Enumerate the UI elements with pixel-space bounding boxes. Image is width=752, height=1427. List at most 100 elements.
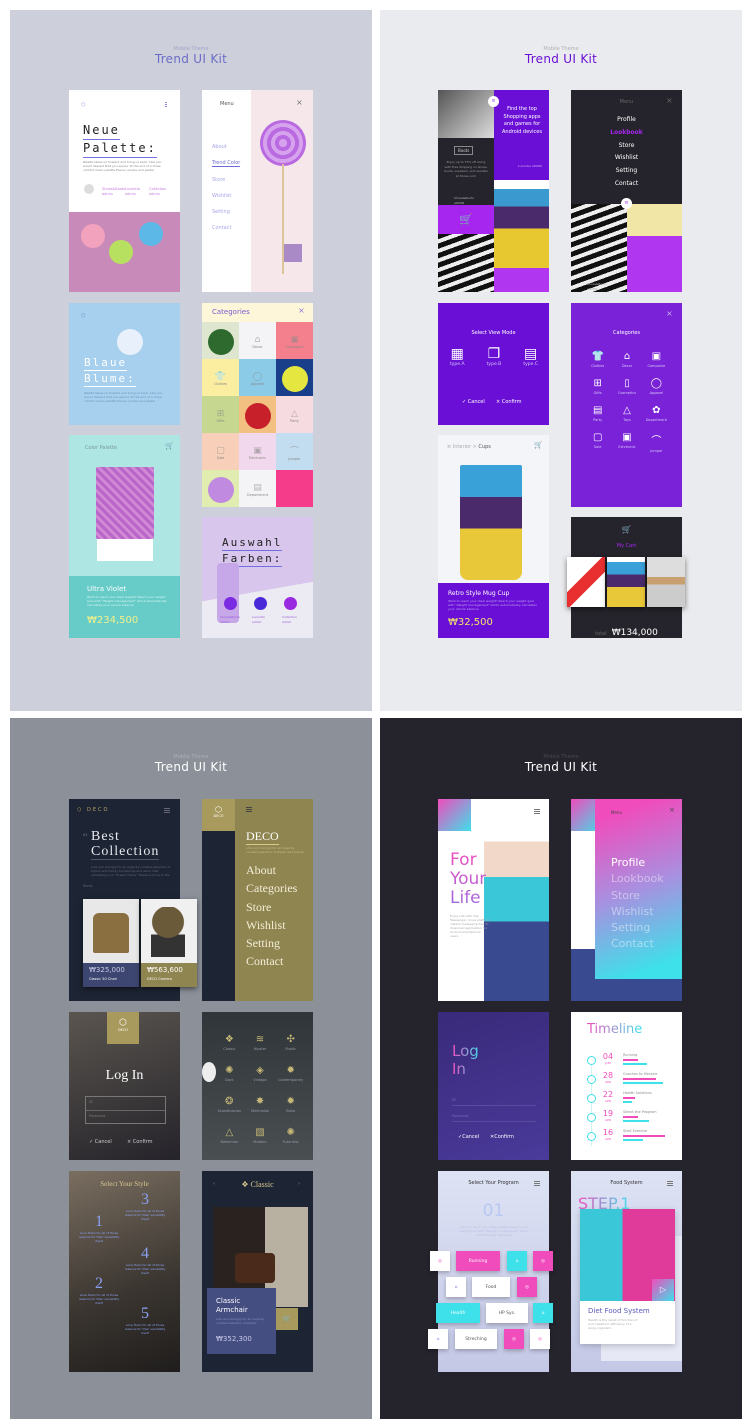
category-decor[interactable]: ⌂ Decor	[239, 322, 276, 361]
program-tile-icon[interactable]: ⌂	[533, 1303, 553, 1323]
style-rustic[interactable]: ✣ Rustic	[275, 1034, 306, 1051]
menu-item-categories[interactable]: Categories	[246, 879, 297, 897]
style-hipster[interactable]: ≋ Hipster	[245, 1034, 276, 1051]
menu-icon[interactable]	[164, 808, 170, 813]
cart-icon[interactable]: 🛒	[534, 441, 543, 449]
category-party[interactable]: △ Party	[276, 396, 313, 435]
id-input[interactable]: ID	[86, 1097, 165, 1111]
category-campaine[interactable]: ▣ Campaine	[642, 351, 671, 368]
shirt-icon[interactable]	[224, 597, 237, 610]
menu-item-wishlist[interactable]: Wishlist	[571, 152, 682, 165]
menu-item-wishlist[interactable]: Wishlist	[611, 904, 664, 920]
category-gifts[interactable]: ⊞ Gifts	[202, 396, 239, 435]
cart-item[interactable]	[647, 557, 685, 607]
category-clothes[interactable]: 👕 Clothes	[202, 359, 239, 398]
menu-item-contact[interactable]: Contact	[246, 952, 297, 970]
program-tile-icon[interactable]: ◎	[517, 1277, 537, 1297]
program-tile-running[interactable]: Running	[456, 1251, 500, 1271]
menu-item-store[interactable]: Store	[571, 140, 682, 153]
category-toys[interactable]: △ Toys	[612, 405, 641, 422]
view-type-type-b[interactable]: ❐ type.B	[487, 346, 502, 367]
play-button[interactable]: ▷	[652, 1279, 674, 1301]
category-campaine[interactable]: ▣ Campaine	[276, 322, 313, 361]
menu-icon[interactable]	[246, 807, 252, 812]
menu-item-about[interactable]: About	[246, 861, 297, 879]
next-button[interactable]: ›	[298, 1181, 300, 1187]
program-tile-icon[interactable]: ⌂	[446, 1277, 466, 1297]
style-scandinavian[interactable]: ❂ Scandinavian	[214, 1096, 245, 1113]
program-tile-icon[interactable]: ◎	[530, 1329, 550, 1349]
menu-item-wishlist[interactable]: Wishlist	[212, 193, 240, 199]
category-apparel[interactable]: ◯ Apparel	[642, 378, 671, 395]
menu-item-about[interactable]: About	[212, 144, 240, 150]
confirm-button[interactable]: × Confirm	[496, 399, 522, 405]
program-tile-icon[interactable]: ⌂	[428, 1329, 448, 1349]
style-minimalist[interactable]: ✸ Minimalist	[245, 1096, 276, 1113]
category-party[interactable]: ▤ Party	[583, 405, 612, 422]
view-type-type-c[interactable]: ▤ type.C	[523, 346, 538, 367]
style-boho[interactable]: ✹ Boho	[275, 1096, 306, 1113]
author-3[interactable]: Collection admin	[282, 615, 304, 625]
menu-item-contact[interactable]: Contact	[611, 936, 664, 952]
menu-item-profile[interactable]: Profile	[611, 855, 664, 871]
cancel-button[interactable]: ✓ Cancel	[462, 399, 485, 405]
food-card[interactable]: ▷ Diet Food System Health is the result …	[580, 1209, 675, 1344]
add-to-cart-button[interactable]: 🛒	[276, 1308, 298, 1330]
menu-item-store[interactable]: Store	[246, 898, 297, 916]
menu-item-setting[interactable]: Setting	[571, 165, 682, 178]
menu-item-store[interactable]: Store	[212, 177, 240, 183]
category-jumper[interactable]: ⌒ Jumper	[642, 432, 671, 453]
password-input[interactable]: Password	[86, 1111, 165, 1122]
menu-item-store[interactable]: Store	[611, 888, 664, 904]
menu-item-contact[interactable]: Contact	[571, 178, 682, 191]
style-dark[interactable]: ✺ Dark	[214, 1065, 245, 1082]
category-department[interactable]: ▤ Department	[239, 470, 276, 507]
menu-item-contact[interactable]: Contact	[212, 225, 240, 231]
cancel-button[interactable]: ✓Cancel	[458, 1134, 479, 1140]
author-2[interactable]: Lucentia admin	[125, 187, 145, 197]
menu-item-setting[interactable]: Setting	[246, 934, 297, 952]
cart-tile[interactable]: 🛒	[438, 205, 494, 234]
menu-item-setting[interactable]: Setting	[212, 209, 240, 215]
cart-icon[interactable]: 🛒	[165, 442, 174, 450]
menu-icon[interactable]	[534, 809, 540, 814]
program-tile-health[interactable]: Health	[436, 1303, 480, 1323]
menu-item-lookbook[interactable]: Lookbook	[611, 871, 664, 887]
category-electronic[interactable]: ▣ Electronic	[612, 432, 641, 453]
bag-icon[interactable]	[284, 597, 297, 610]
close-icon[interactable]: ×	[669, 806, 675, 814]
category-department[interactable]: ✿ Department	[642, 405, 671, 422]
program-tile-hp-sys[interactable]: HP Sys.	[486, 1303, 528, 1323]
category-decor[interactable]: ⌂ Decor	[612, 351, 641, 368]
program-tile-streching[interactable]: Streching	[455, 1329, 497, 1349]
menu-item-trend-color[interactable]: Trend Color	[212, 160, 241, 167]
menu-icon[interactable]	[534, 1181, 540, 1186]
breadcrumb-parent[interactable]: Interior	[453, 444, 471, 450]
admin[interactable]: Shoes&Boots ADMIN	[587, 282, 617, 292]
cart-item[interactable]	[607, 557, 645, 607]
view-type-type-a[interactable]: ▦ type.A	[450, 346, 465, 367]
program-tile-icon[interactable]: ◎	[430, 1251, 450, 1271]
product-card[interactable]: ₩325,000 Classic 50 Chair	[83, 899, 139, 987]
close-icon[interactable]: ×	[296, 98, 303, 107]
program-tile-icon[interactable]: ◎	[504, 1329, 524, 1349]
admin-2[interactable]: Lucentia ADMIN	[518, 164, 546, 169]
style-futuristic[interactable]: ✺ Futuristic	[275, 1127, 306, 1144]
program-tile-icon[interactable]: ◎	[533, 1251, 553, 1271]
menu-item-setting[interactable]: Setting	[611, 920, 664, 936]
program-tile-food[interactable]: Food	[472, 1277, 510, 1297]
menu-item-profile[interactable]: Profile	[571, 114, 682, 127]
program-tile-icon[interactable]: ⌂	[507, 1251, 527, 1271]
category-sale[interactable]: ▢ Sale	[202, 433, 239, 472]
author-1[interactable]: Shoes&Boots admin	[102, 187, 125, 197]
confirm-button[interactable]: ✕Confirm	[490, 1134, 514, 1140]
store-icon[interactable]	[254, 597, 267, 610]
author-2[interactable]: Lucentia admin	[252, 615, 274, 625]
style-modern[interactable]: ▧ Modern	[245, 1127, 276, 1144]
confirm-button[interactable]: × Confirm	[127, 1139, 153, 1145]
author-3[interactable]: Collection admin	[149, 187, 171, 197]
menu-item-lookbook[interactable]: Lookbook	[571, 127, 682, 140]
cart-item[interactable]	[567, 557, 605, 607]
style-vintage[interactable]: ◈ Vintage	[245, 1065, 276, 1082]
id-input[interactable]: ID	[452, 1098, 536, 1106]
